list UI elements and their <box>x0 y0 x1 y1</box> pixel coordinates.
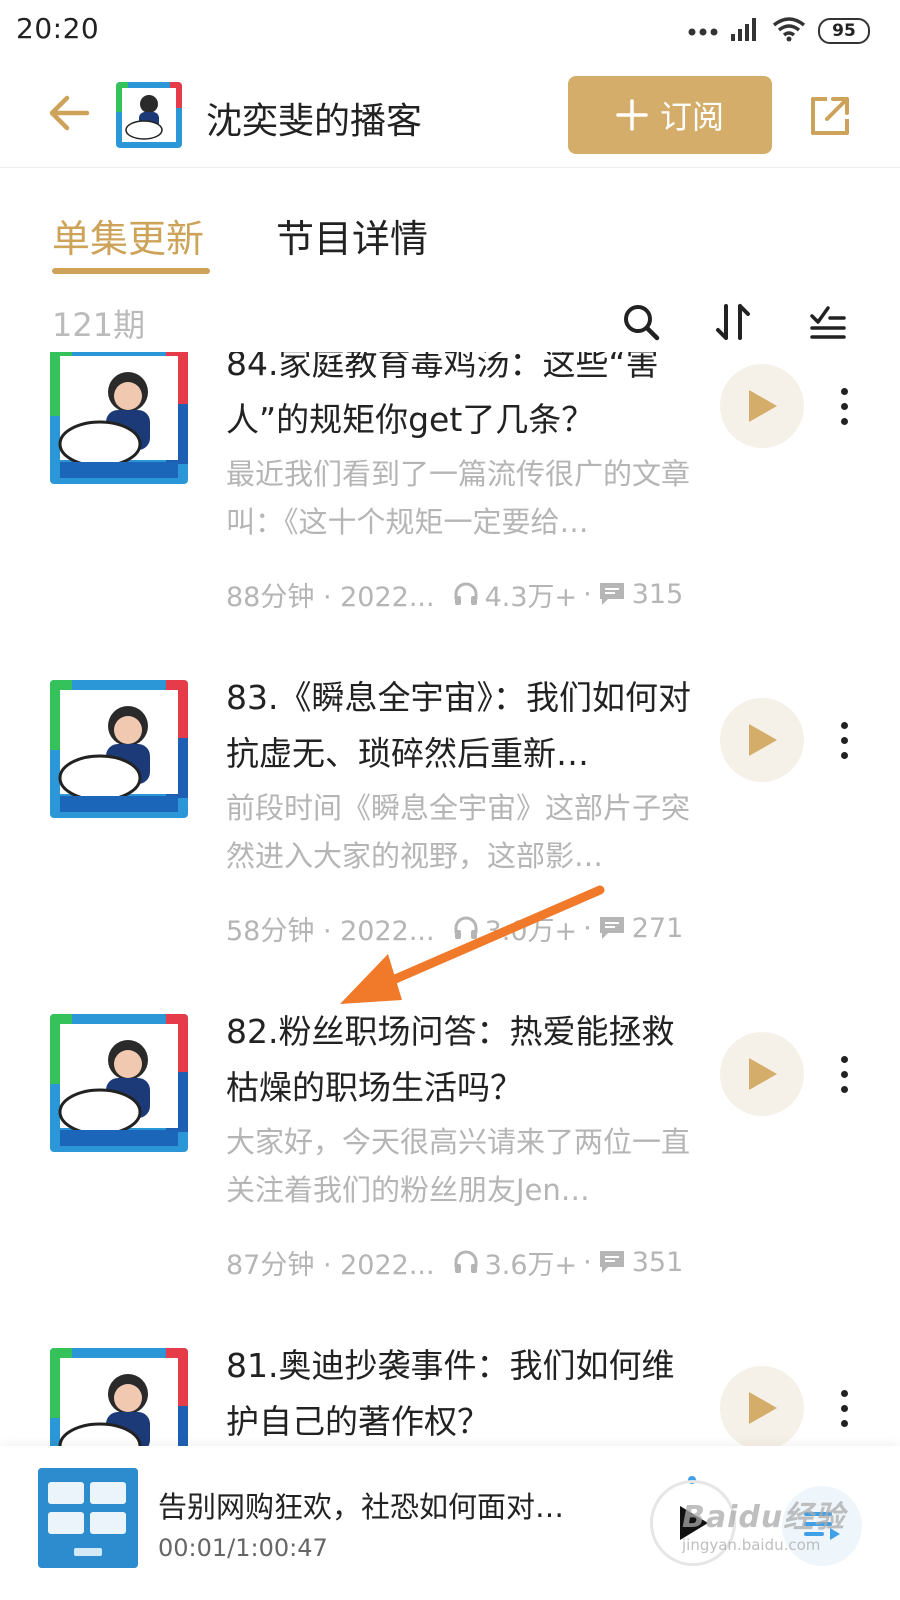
episode-comments: 271 <box>631 912 684 944</box>
episode-plays: 4.3万+ <box>484 581 578 613</box>
play-icon <box>749 1058 777 1090</box>
header: 沈奕斐的播客 订阅 <box>0 62 900 168</box>
share-icon <box>811 97 849 135</box>
signal-dots-icon <box>688 22 718 41</box>
cell-signal-icon <box>730 16 760 46</box>
headphones-icon <box>453 1249 479 1275</box>
play-button[interactable] <box>720 1032 804 1116</box>
podcast-cover <box>116 82 182 148</box>
episode-title: 83.《瞬息全宇宙》：我们如何对抗虚无、琐碎然后重新… <box>226 678 691 773</box>
more-options-button[interactable] <box>826 710 862 770</box>
meta-separator: · <box>583 1246 592 1278</box>
watermark-main: Baidu经验 <box>682 1500 846 1535</box>
episode-comments: 315 <box>631 578 684 610</box>
subscribe-button[interactable]: 订阅 <box>568 76 772 154</box>
episode-item-82[interactable]: 82.粉丝职场问答：热爱能拯救枯燥的职场生活吗？ 大家好，今天很高兴请来了两位一… <box>0 1004 900 1344</box>
play-button[interactable] <box>720 1366 804 1447</box>
episode-item-84[interactable]: 84.家庭教育毒鸡汤：这些“害人”的规矩你get了几条？ 最近我们看到了一篇流传… <box>0 352 900 676</box>
more-options-button[interactable] <box>826 1378 862 1438</box>
episode-comments: 351 <box>631 1246 684 1278</box>
filter-button[interactable] <box>804 298 852 346</box>
filter-list-icon <box>810 306 846 339</box>
more-options-button[interactable] <box>826 1044 862 1104</box>
episode-cover <box>50 352 188 484</box>
play-button[interactable] <box>720 698 804 782</box>
back-button[interactable] <box>44 88 94 138</box>
battery-indicator: 95 <box>818 18 870 44</box>
more-options-button[interactable] <box>826 376 862 436</box>
status-time: 20:20 <box>16 12 100 45</box>
episode-title: 84.家庭教育毒鸡汤：这些“害人”的规矩你get了几条？ <box>226 352 659 439</box>
more-vertical-icon <box>840 1055 848 1063</box>
episode-count: 121期 <box>52 306 146 344</box>
play-icon <box>749 390 777 422</box>
sort-button[interactable] <box>710 298 758 346</box>
episode-description: 大家好，今天很高兴请来了两位一直关注着我们的粉丝朋友Jen… <box>226 1125 691 1207</box>
baidu-watermark: Baidu经验 jingyan.baidu.com <box>682 1492 882 1562</box>
headphones-icon <box>453 581 479 607</box>
episode-cover <box>50 1348 188 1447</box>
episode-cover <box>50 680 188 818</box>
sort-icon <box>716 304 750 340</box>
now-playing-time: 00:01/1:00:47 <box>158 1534 328 1562</box>
play-button[interactable] <box>720 364 804 448</box>
back-arrow-icon <box>49 95 90 131</box>
plus-icon <box>616 99 648 131</box>
episode-item-81[interactable]: 81.奥迪抄袭事件：我们如何维护自己的著作权？ <box>0 1338 900 1447</box>
episode-plays: 3.6万+ <box>484 1249 578 1281</box>
tab-bar: 单集更新 节目详情 <box>0 168 900 278</box>
play-icon <box>749 724 777 756</box>
more-vertical-icon <box>840 721 848 729</box>
tab-episodes[interactable]: 单集更新 <box>52 208 204 263</box>
episode-description: 前段时间《瞬息全宇宙》这部片子突然进入大家的视野，这部影… <box>226 791 691 873</box>
watermark-sub: jingyan.baidu.com <box>682 1536 821 1554</box>
episode-title: 82.粉丝职场问答：热爱能拯救枯燥的职场生活吗？ <box>226 1012 675 1107</box>
podcast-title: 沈奕斐的播客 <box>206 101 423 142</box>
active-tab-indicator <box>52 268 210 274</box>
now-playing-title: 告别网购狂欢，社恐如何面对… <box>158 1490 565 1524</box>
more-vertical-icon <box>840 1389 848 1397</box>
status-icons: 95 <box>688 14 870 48</box>
now-playing-cover <box>38 1468 138 1568</box>
episode-meta: 87分钟 · 2022... 3.6万+ · 351 <box>226 1242 706 1282</box>
more-vertical-icon <box>840 387 848 395</box>
episode-description: 最近我们看到了一篇流传很广的文章叫：《这十个规矩一定要给… <box>226 457 691 539</box>
episode-duration-date: 88分钟 · 2022... <box>226 581 435 613</box>
comment-icon <box>598 1249 626 1275</box>
list-toolbar: 121期 <box>0 290 900 354</box>
status-bar: 20:20 95 <box>0 0 900 62</box>
share-button[interactable] <box>804 90 856 142</box>
search-icon <box>624 305 660 341</box>
episode-duration-date: 87分钟 · 2022... <box>226 1249 435 1281</box>
tab-program-details[interactable]: 节目详情 <box>276 208 428 263</box>
wifi-icon <box>772 16 806 46</box>
comment-icon <box>598 581 626 607</box>
play-icon <box>749 1392 777 1424</box>
episode-title: 81.奥迪抄袭事件：我们如何维护自己的著作权？ <box>226 1346 675 1441</box>
search-button[interactable] <box>617 298 665 346</box>
annotation-arrow <box>340 885 605 1004</box>
episode-cover <box>50 1014 188 1152</box>
subscribe-label: 订阅 <box>659 98 724 136</box>
episode-meta: 88分钟 · 2022... 4.3万+ · 315 <box>226 574 706 614</box>
meta-separator: · <box>583 578 592 610</box>
